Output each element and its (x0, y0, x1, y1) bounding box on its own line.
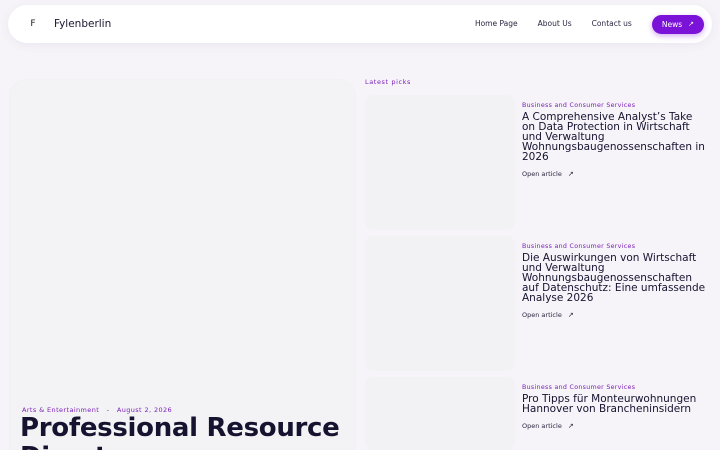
open-article-label: Open article (522, 311, 562, 319)
arrow-up-right-icon: ↗ (567, 170, 574, 178)
logo-icon[interactable]: F (26, 17, 40, 31)
pick-title[interactable]: A Comprehensive Analyst’s Take on Data P… (522, 112, 707, 163)
latest-pick-item: Business and Consumer Services A Compreh… (522, 101, 707, 178)
pick-category[interactable]: Business and Consumer Services (522, 242, 707, 251)
featured-article-title[interactable]: Professional Resource Directory (20, 414, 340, 450)
latest-pick-item: Business and Consumer Services Die Auswi… (522, 242, 707, 319)
pick-category[interactable]: Business and Consumer Services (522, 383, 707, 392)
nav-news-label: News (661, 19, 683, 29)
featured-article-card[interactable]: Arts & Entertainment - August 2, 2026 Pr… (10, 80, 355, 450)
arrow-up-right-icon: ↗ (688, 19, 694, 28)
open-article-link[interactable]: Open article ↗ (522, 311, 707, 319)
latest-picks-heading: Latest picks (365, 78, 412, 86)
nav-news-button[interactable]: News ↗ (651, 14, 704, 34)
nav-home-link[interactable]: Home Page (475, 14, 518, 34)
pick-thumbnail[interactable] (365, 236, 515, 371)
open-article-label: Open article (522, 422, 562, 430)
pick-title[interactable]: Die Auswirkungen von Wirtschaft und Verw… (522, 253, 707, 304)
latest-pick-item: Business and Consumer Services Pro Tipps… (522, 383, 707, 430)
open-article-link[interactable]: Open article ↗ (522, 422, 707, 430)
pick-thumbnail[interactable] (365, 95, 515, 230)
pick-thumbnail[interactable] (365, 377, 515, 450)
nav-about-link[interactable]: About Us (538, 14, 572, 34)
pick-category[interactable]: Business and Consumer Services (522, 101, 707, 110)
pick-title[interactable]: Pro Tipps für Monteurwohnungen Hannover … (522, 394, 707, 415)
arrow-up-right-icon: ↗ (567, 422, 574, 430)
open-article-label: Open article (522, 170, 562, 178)
arrow-up-right-icon: ↗ (567, 311, 574, 319)
open-article-link[interactable]: Open article ↗ (522, 170, 707, 178)
main-nav: Home Page About Us Contact us News ↗ (475, 14, 704, 34)
brand-name[interactable]: Fylenberlin (54, 16, 111, 32)
site-header: F Fylenberlin Home Page About Us Contact… (8, 5, 712, 43)
nav-contact-link[interactable]: Contact us (592, 14, 632, 34)
